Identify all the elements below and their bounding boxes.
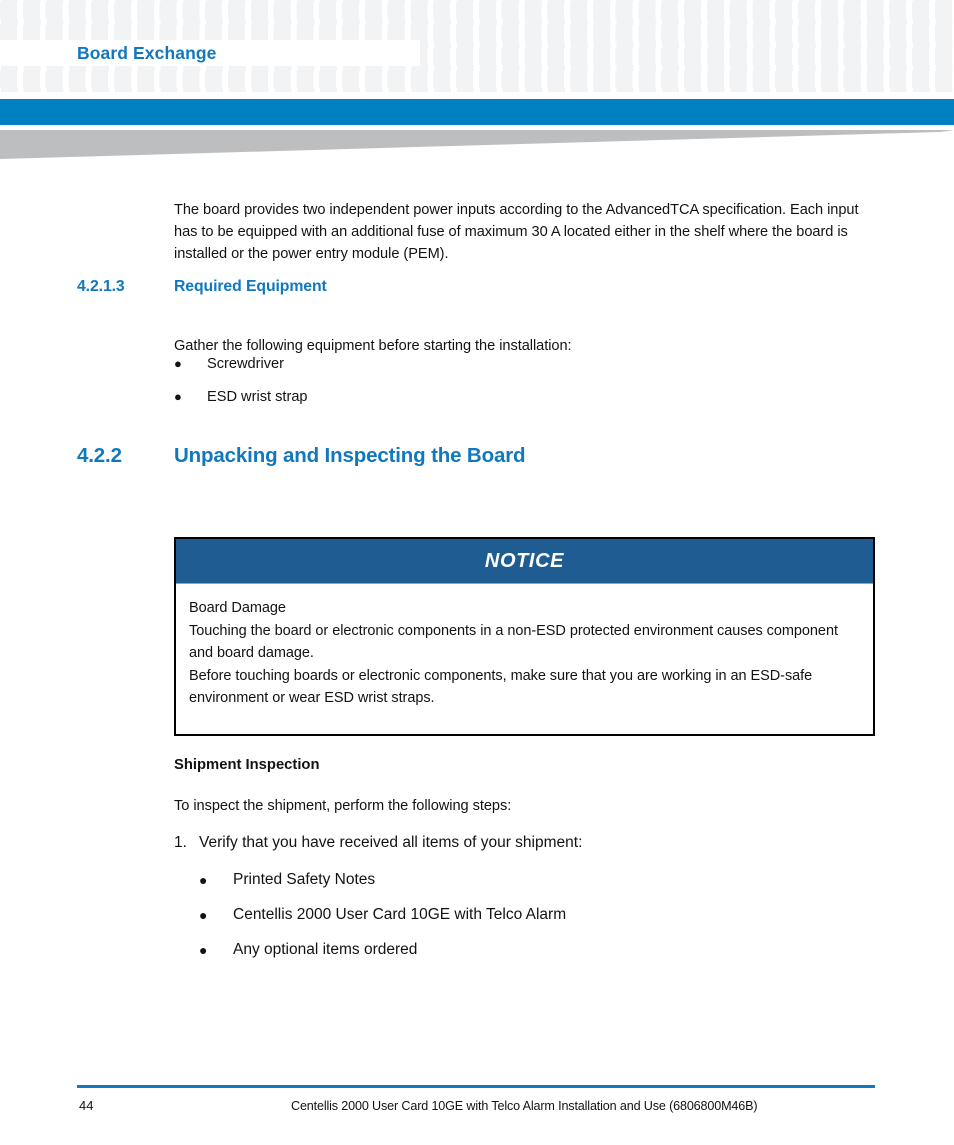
footer-document-title: Centellis 2000 User Card 10GE with Telco… bbox=[291, 1099, 758, 1113]
running-header-title: Board Exchange bbox=[77, 42, 217, 63]
header-title-backdrop: Board Exchange bbox=[0, 40, 420, 66]
list-item: ● Centellis 2000 User Card 10GE with Tel… bbox=[199, 904, 819, 926]
bullet-dot-icon: ● bbox=[199, 942, 208, 958]
list-item-label: Centellis 2000 User Card 10GE with Telco… bbox=[233, 906, 567, 923]
list-item: ● Screwdriver bbox=[174, 354, 574, 374]
notice-line: Touching the board or electronic compone… bbox=[189, 622, 838, 662]
notice-line: Before touching boards or electronic com… bbox=[189, 667, 813, 707]
list-item: ● Printed Safety Notes bbox=[199, 869, 819, 891]
header-blue-bar bbox=[0, 99, 954, 125]
heading-4-2-1-3: 4.2.1.3 Required Equipment bbox=[77, 278, 577, 300]
numbered-list-label: Verify that you have received all items … bbox=[199, 834, 583, 851]
bullet-dot-icon: ● bbox=[199, 907, 208, 923]
notice-box-header: NOTICE bbox=[176, 539, 873, 584]
numbered-list-item: 1. Verify that you have received all ite… bbox=[174, 832, 794, 854]
notice-box-body: Board Damage Touching the board or elect… bbox=[176, 584, 873, 734]
intro-paragraph: The board provides two independent power… bbox=[174, 201, 859, 263]
notice-box: NOTICE Board Damage Touching the board o… bbox=[174, 537, 875, 736]
bullet-dot-icon: ● bbox=[199, 872, 208, 888]
bullet-dot-icon: ● bbox=[174, 389, 182, 404]
list-item-label: ESD wrist strap bbox=[207, 389, 308, 405]
footer-page-number: 44 bbox=[79, 1098, 94, 1113]
heading-4-2-2: 4.2.2 Unpacking and Inspecting the Board bbox=[77, 444, 777, 472]
notice-line: Board Damage bbox=[189, 600, 286, 616]
shipment-inspection-heading: Shipment Inspection bbox=[174, 757, 320, 773]
heading-4-2-2-title: Unpacking and Inspecting the Board bbox=[174, 444, 526, 467]
numbered-list-index: 1. bbox=[174, 834, 187, 851]
list-item: ● Any optional items ordered bbox=[199, 939, 819, 961]
list-item-label: Any optional items ordered bbox=[233, 941, 418, 958]
footer-divider bbox=[77, 1085, 875, 1088]
bullet-dot-icon: ● bbox=[174, 356, 182, 371]
header-gray-wedge bbox=[0, 130, 954, 159]
list-item-label: Printed Safety Notes bbox=[233, 871, 376, 888]
header-pattern-row bbox=[0, 71, 954, 88]
list-item-label: Screwdriver bbox=[207, 356, 285, 372]
heading-4-2-2-number: 4.2.2 bbox=[77, 444, 122, 467]
heading-4-2-1-3-number: 4.2.1.3 bbox=[77, 278, 125, 295]
page-header: Board Exchange bbox=[0, 0, 954, 92]
shipment-inspection-intro: To inspect the shipment, perform the fol… bbox=[174, 798, 512, 814]
list-item: ● ESD wrist strap bbox=[174, 387, 574, 407]
notice-label: NOTICE bbox=[484, 549, 565, 572]
heading-4-2-1-3-title: Required Equipment bbox=[174, 278, 327, 295]
header-pattern-row bbox=[0, 2, 954, 19]
